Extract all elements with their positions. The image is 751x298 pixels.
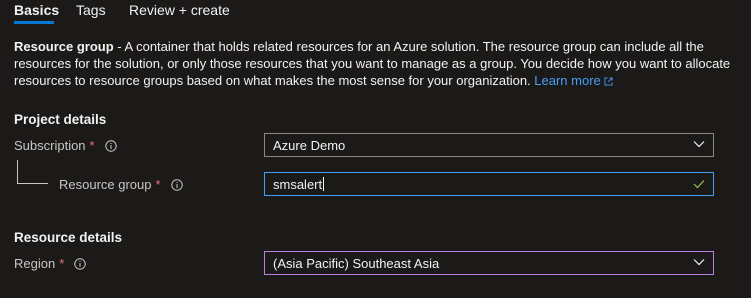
info-icon[interactable] (74, 257, 86, 270)
required-asterisk: * (89, 138, 95, 153)
info-icon[interactable] (104, 139, 117, 152)
resource-details-title: Resource details (14, 230, 123, 245)
required-asterisk: * (155, 177, 161, 192)
project-details-title: Project details (14, 112, 107, 127)
subscription-label: Subscription * (14, 138, 117, 153)
tab-review-create[interactable]: Review + create (129, 2, 230, 18)
resource-group-label-text: Resource group (59, 177, 152, 192)
learn-more-link[interactable]: Learn more (534, 73, 613, 88)
chevron-down-icon (693, 259, 705, 266)
tab-tags[interactable]: Tags (76, 2, 106, 18)
tab-bar: Basics Tags Review + create (0, 0, 751, 26)
tab-basics[interactable]: Basics (14, 2, 59, 18)
subscription-value: Azure Demo (273, 138, 346, 153)
resource-group-label: Resource group * (59, 177, 183, 192)
description-term: Resource group (14, 39, 114, 54)
checkmark-icon (693, 180, 705, 189)
external-link-icon (604, 77, 613, 86)
resource-group-description: Resource group - A container that holds … (14, 38, 734, 89)
subscription-label-text: Subscription (14, 138, 86, 153)
resource-group-value: smsalert (273, 177, 325, 192)
region-dropdown[interactable]: (Asia Pacific) Southeast Asia (264, 251, 714, 275)
resource-group-text: smsalert (273, 177, 323, 192)
region-label-text: Region (14, 256, 56, 271)
subscription-dropdown[interactable]: Azure Demo (264, 133, 714, 157)
learn-more-label: Learn more (534, 73, 601, 88)
tree-connector (17, 160, 48, 184)
region-value: (Asia Pacific) Southeast Asia (273, 256, 440, 271)
resource-group-input[interactable]: smsalert (264, 172, 714, 196)
info-icon[interactable] (170, 178, 183, 191)
required-asterisk: * (59, 256, 65, 271)
region-label: Region * (14, 256, 86, 271)
chevron-down-icon (693, 141, 705, 148)
text-caret (323, 177, 325, 191)
active-tab-indicator (14, 21, 54, 24)
description-text: - A container that holds related resourc… (14, 39, 731, 88)
